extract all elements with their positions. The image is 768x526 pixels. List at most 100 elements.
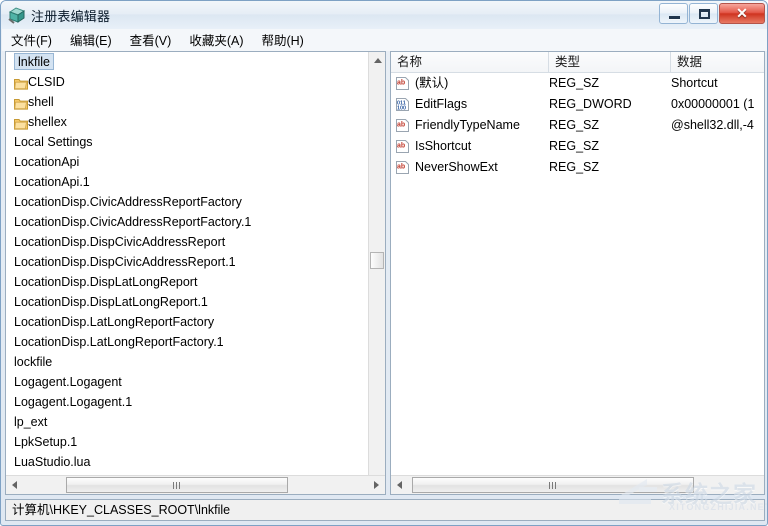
scroll-grip-icon xyxy=(173,482,182,489)
tree-item[interactable]: LocationDisp.DispLatLongReport xyxy=(6,272,368,292)
tree-item-label: shell xyxy=(28,95,54,109)
value-name: IsShortcut xyxy=(415,139,472,153)
value-name: (默认) xyxy=(415,76,449,90)
title-bar: 注册表编辑器 ✕ xyxy=(1,1,767,29)
tree-item[interactable]: LocationDisp.LatLongReportFactory xyxy=(6,312,368,332)
tree-item[interactable]: shellex xyxy=(6,112,368,132)
tree-item[interactable]: lockfile xyxy=(6,352,368,372)
tree-vertical-scrollbar[interactable] xyxy=(368,52,385,475)
tree-item-label: LocationDisp.CivicAddressReportFactory.1 xyxy=(14,215,252,229)
tree-item-label: lp_ext xyxy=(14,415,48,429)
chevron-right-icon xyxy=(374,481,379,489)
tree-item-label: lnkfile xyxy=(14,53,54,70)
tree-scroll-right-button[interactable] xyxy=(368,476,385,494)
tree-item-label: LocationDisp.CivicAddressReportFactory xyxy=(14,195,242,209)
value-type: REG_SZ xyxy=(549,139,600,153)
menu-edit[interactable]: 编辑(E) xyxy=(61,28,121,52)
tree-vertical-scroll-thumb[interactable] xyxy=(370,252,384,269)
column-header-name[interactable]: 名称 xyxy=(391,52,549,72)
tree-horizontal-scrollbar[interactable] xyxy=(6,475,385,494)
tree-item[interactable]: LocationApi xyxy=(6,152,368,172)
tree-item-label: LocationDisp.DispLatLongReport xyxy=(14,275,198,289)
value-row[interactable]: ab IsShortcut REG_SZ xyxy=(391,136,764,157)
tree-item[interactable]: LocationDisp.DispCivicAddressReport.1 xyxy=(6,252,368,272)
value-name: FriendlyTypeName xyxy=(415,118,520,132)
value-type: REG_SZ xyxy=(549,76,600,90)
tree-item[interactable]: LocationDisp.LatLongReportFactory.1 xyxy=(6,332,368,352)
chevron-up-icon xyxy=(374,58,382,63)
tree-item[interactable]: shell xyxy=(6,92,368,112)
minimize-button[interactable] xyxy=(659,3,688,24)
menu-bar: 文件(F) 编辑(E) 查看(V) 收藏夹(A) 帮助(H) xyxy=(2,28,767,52)
close-icon: ✕ xyxy=(736,5,748,21)
value-row[interactable]: ab FriendlyTypeName REG_SZ @shell32.dll,-4 xyxy=(391,115,764,136)
tree-item[interactable]: lnkfile xyxy=(6,52,368,72)
tree-item[interactable]: LpkSetup.1 xyxy=(6,432,368,452)
tree-item[interactable]: LocationDisp.CivicAddressReportFactory.1 xyxy=(6,212,368,232)
client-area: lnkfile CLSID shell shellex Local Settings Lo… xyxy=(5,51,765,495)
values-horizontal-scroll-thumb[interactable] xyxy=(412,477,694,493)
value-name: EditFlags xyxy=(415,97,468,111)
menu-view[interactable]: 查看(V) xyxy=(121,28,181,52)
string-value-icon: ab xyxy=(395,139,410,154)
column-header-type[interactable]: 类型 xyxy=(549,52,671,72)
tree-item[interactable]: LocationApi.1 xyxy=(6,172,368,192)
tree-item[interactable]: LocationDisp.CivicAddressReportFactory xyxy=(6,192,368,212)
column-header-data[interactable]: 数据 xyxy=(671,52,764,72)
value-row[interactable]: 011 100 EditFlags REG_DWORD 0x00000001 (1 xyxy=(391,94,764,115)
tree-item-label: LocationDisp.LatLongReportFactory xyxy=(14,315,215,329)
menu-favorites[interactable]: 收藏夹(A) xyxy=(180,28,252,52)
tree-item[interactable]: Local Settings xyxy=(6,132,368,152)
svg-text:ab: ab xyxy=(397,122,405,129)
value-row[interactable]: ab NeverShowExt REG_SZ xyxy=(391,157,764,178)
maximize-button[interactable] xyxy=(689,3,718,24)
values-list-header: 名称 类型 数据 xyxy=(391,52,764,73)
tree-item-label: shellex xyxy=(28,115,67,129)
tree-item-label: lockfile xyxy=(14,355,53,369)
tree-item-label: LocationApi xyxy=(14,155,80,169)
value-data: @shell32.dll,-4 xyxy=(671,118,754,132)
tree-item[interactable]: LocationDisp.DispLatLongReport.1 xyxy=(6,292,368,312)
tree-item[interactable]: LuaStudio.lua xyxy=(6,452,368,472)
menu-help[interactable]: 帮助(H) xyxy=(252,28,312,52)
window-controls: ✕ xyxy=(659,3,765,25)
tree-item[interactable]: CLSID xyxy=(6,72,368,92)
registry-tree[interactable]: lnkfile CLSID shell shellex Local Settings Lo… xyxy=(6,52,368,475)
values-list[interactable]: ab (默认) REG_SZ Shortcut 011 100 EditFlags REG_D… xyxy=(391,73,764,475)
folder-icon xyxy=(14,116,28,130)
registry-editor-window: 注册表编辑器 ✕ 文件(F) 编辑(E) 查看(V) 收藏夹(A) 帮助(H) … xyxy=(0,0,768,526)
tree-horizontal-scroll-thumb[interactable] xyxy=(66,477,288,493)
values-scroll-left-button[interactable] xyxy=(391,476,408,494)
value-row[interactable]: ab (默认) REG_SZ Shortcut xyxy=(391,73,764,94)
tree-scroll-left-button[interactable] xyxy=(6,476,23,494)
chevron-left-icon xyxy=(12,481,17,489)
scroll-grip-icon xyxy=(549,482,558,489)
close-button[interactable]: ✕ xyxy=(719,3,765,24)
menu-file[interactable]: 文件(F) xyxy=(2,28,61,52)
window-title: 注册表编辑器 xyxy=(31,9,111,24)
chevron-left-icon xyxy=(397,481,402,489)
tree-item-label: LocationDisp.DispLatLongReport.1 xyxy=(14,295,208,309)
tree-item-label: Logagent.Logagent xyxy=(14,375,122,389)
value-name: NeverShowExt xyxy=(415,160,498,174)
string-value-icon: ab xyxy=(395,76,410,91)
dword-value-icon: 011 100 xyxy=(395,97,410,112)
tree-item-label: Logagent.Logagent.1 xyxy=(14,395,133,409)
tree-item-label: LocationApi.1 xyxy=(14,175,90,189)
registry-values-pane: 名称 类型 数据 ab (默认) REG_SZ Shortcut 011 100 EditF… xyxy=(390,51,765,495)
tree-item[interactable]: LocationDisp.DispCivicAddressReport xyxy=(6,232,368,252)
tree-scroll-up-button[interactable] xyxy=(369,52,385,69)
registry-editor-icon xyxy=(8,6,26,24)
folder-icon xyxy=(14,96,28,110)
tree-item[interactable]: Logagent.Logagent xyxy=(6,372,368,392)
folder-icon xyxy=(14,76,28,90)
values-horizontal-scrollbar[interactable] xyxy=(391,475,764,494)
tree-item[interactable]: Logagent.Logagent.1 xyxy=(6,392,368,412)
tree-item[interactable]: lp_ext xyxy=(6,412,368,432)
tree-item-label: LpkSetup.1 xyxy=(14,435,78,449)
svg-text:100: 100 xyxy=(397,106,406,112)
tree-item-label: LuaStudio.lua xyxy=(14,455,91,469)
value-type: REG_SZ xyxy=(549,118,600,132)
restore-icon xyxy=(699,9,710,19)
string-value-icon: ab xyxy=(395,118,410,133)
